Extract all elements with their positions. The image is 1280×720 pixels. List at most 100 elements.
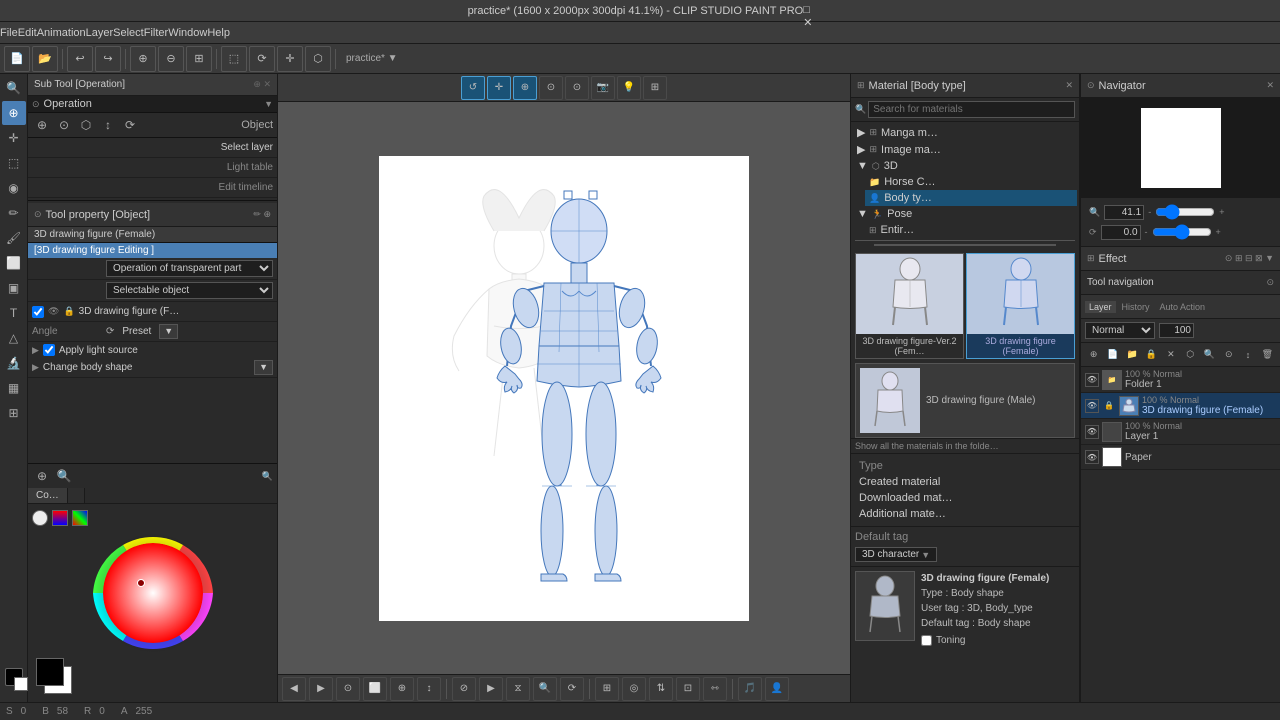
canvas-bottom-resize[interactable]: ↕ [417, 677, 441, 701]
layer-icon-4[interactable]: 🔒 [1143, 346, 1160, 364]
toolbar-undo[interactable]: ↩ [67, 46, 93, 72]
navigator-close[interactable]: ✕ [1266, 80, 1274, 91]
canvas-bottom-add[interactable]: ⊕ [390, 677, 414, 701]
transparent-select[interactable]: Operation of transparent part [106, 260, 273, 277]
tool-fill[interactable]: ▣ [2, 276, 26, 300]
light-table-row[interactable]: Light table [28, 158, 277, 178]
canvas-tool-grid[interactable]: ⊞ [643, 76, 667, 100]
toolbar-move[interactable]: ✛ [277, 46, 303, 72]
layer-eye-layer1[interactable]: 👁 [1085, 425, 1099, 439]
canvas-tool-rotate[interactable]: ↺ [461, 76, 485, 100]
menu-layer[interactable]: Layer [86, 27, 114, 39]
bottom-icon-2[interactable]: 🔍 [54, 466, 74, 486]
layer-icon-10[interactable]: 🗑 [1259, 346, 1276, 364]
tree-item-entire[interactable]: ⊞ Entir… [865, 222, 1077, 238]
canvas-tool-move[interactable]: ✛ [487, 76, 511, 100]
menu-help[interactable]: Help [207, 27, 230, 39]
toolbar-select[interactable]: ⬚ [221, 46, 247, 72]
menu-filter[interactable]: Filter [144, 27, 168, 39]
blend-mode-select[interactable]: Normal [1085, 322, 1155, 339]
tree-item-horse[interactable]: 📁 Horse C… [865, 174, 1077, 190]
canvas-bottom-clock[interactable]: ⧖ [506, 677, 530, 701]
canvas-tab[interactable]: practice* ▼ [340, 53, 404, 64]
figure-checkbox[interactable] [32, 306, 44, 318]
navigator-view[interactable] [1081, 98, 1280, 198]
canvas-bottom-frame[interactable]: ⬜ [363, 677, 387, 701]
canvas-tool-pose[interactable]: ⊙ [539, 76, 563, 100]
layer-icon-3[interactable]: 📁 [1124, 346, 1141, 364]
scroll-bar[interactable] [874, 244, 1056, 246]
zoom-minus[interactable]: - [1148, 207, 1151, 217]
select-layer-row[interactable]: Select layer [28, 138, 277, 158]
tool-gradient[interactable]: ▦ [2, 376, 26, 400]
tree-item-body[interactable]: 👤 Body ty… [865, 190, 1077, 206]
menu-window[interactable]: Window [168, 27, 207, 39]
menu-select[interactable]: Select [113, 27, 144, 39]
material-search-input[interactable] [868, 101, 1075, 118]
tool-brush[interactable]: 🖌 [2, 226, 26, 250]
layer-icon-2[interactable]: 📄 [1104, 346, 1121, 364]
toolbar-zoom-out[interactable]: ⊖ [158, 46, 184, 72]
close-button[interactable]: ✕ [803, 16, 812, 29]
canvas-bottom-arrange[interactable]: ⇅ [649, 677, 673, 701]
layer-item-layer1[interactable]: 👁 100 % Normal Layer 1 [1081, 419, 1280, 445]
layer-icon-8[interactable]: ⊙ [1220, 346, 1237, 364]
tool-eyedropper[interactable]: 🔬 [2, 351, 26, 375]
apply-light-checkbox[interactable] [43, 344, 55, 356]
canvas-bottom-prev[interactable]: ◀ [282, 677, 306, 701]
tree-item-image[interactable]: ▶ ⊞ Image ma… [853, 141, 1077, 158]
canvas-bottom-align[interactable]: ⊡ [676, 677, 700, 701]
canvas-tool-light[interactable]: 💡 [617, 76, 641, 100]
opacity-input[interactable] [1159, 323, 1194, 338]
tool-icon-1[interactable]: ⊕ [32, 115, 52, 135]
tool-color-fg[interactable] [5, 668, 23, 686]
canvas-tool-scale[interactable]: ⊕ [513, 76, 537, 100]
tree-item-3d[interactable]: ▼ ⬡ 3D [853, 158, 1077, 174]
change-body-row[interactable]: ▶ Change body shape ▼ [28, 358, 277, 378]
canvas-tool-camera[interactable]: 📷 [591, 76, 615, 100]
canvas-bottom-rotate[interactable]: ⟳ [560, 677, 584, 701]
preset-dropdown[interactable]: ▼ [159, 324, 178, 339]
tab-history[interactable]: History [1118, 301, 1154, 313]
tag-3d-character[interactable]: 3D character ▼ [855, 547, 937, 562]
toolbar-lasso[interactable]: ⟳ [249, 46, 275, 72]
layer-icon-9[interactable]: ↕ [1239, 346, 1256, 364]
type-created-row[interactable]: Created material [855, 474, 1075, 490]
type-additional-row[interactable]: Additional mate… [855, 506, 1075, 522]
show-all-link[interactable]: Show all the materials in the folde… [851, 438, 1079, 453]
fg-color-box[interactable] [36, 658, 64, 686]
tool-zoom[interactable]: 🔍 [2, 76, 26, 100]
tool-icon-2[interactable]: ⊙ [54, 115, 74, 135]
tree-item-pose[interactable]: ▼ 🏃 Pose [853, 206, 1077, 222]
canvas-bottom-zoom[interactable]: 🔍 [533, 677, 557, 701]
color-circle-bg[interactable] [103, 543, 203, 643]
material-thumb-1[interactable]: 3D drawing figure-Ver.2 (Fem… [855, 253, 964, 359]
layer-icon-7[interactable]: 🔍 [1201, 346, 1218, 364]
rotation-slider[interactable] [1152, 224, 1212, 240]
tool-icon-4[interactable]: ↕ [98, 115, 118, 135]
zoom-slider[interactable] [1155, 204, 1215, 220]
canvas-bottom-play[interactable]: ▶ [479, 677, 503, 701]
canvas-bottom-person[interactable]: 👤 [765, 677, 789, 701]
canvas-bottom-flip[interactable]: ⇿ [703, 677, 727, 701]
tool-eraser[interactable]: ⬜ [2, 251, 26, 275]
menu-file[interactable]: File [0, 27, 18, 39]
toolbar-redo[interactable]: ↪ [95, 46, 121, 72]
tool-icon-5[interactable]: ⟳ [120, 115, 140, 135]
canvas-bottom-next[interactable]: ▶ [309, 677, 333, 701]
tool-select[interactable]: ⬚ [2, 151, 26, 175]
layer-item-paper[interactable]: 👁 Paper [1081, 445, 1280, 470]
material-header-close[interactable]: ✕ [1065, 80, 1073, 91]
tool-lasso[interactable]: ◉ [2, 176, 26, 200]
layer-lock-3d[interactable]: 🔒 [1102, 399, 1116, 413]
toolbar-new[interactable]: 📄 [4, 46, 30, 72]
color-bar[interactable] [52, 510, 68, 526]
tree-item-manga[interactable]: ▶ ⊞ Manga m… [853, 124, 1077, 141]
color-gradient[interactable] [72, 510, 88, 526]
tool-shape[interactable]: △ [2, 326, 26, 350]
tool-move[interactable]: ✛ [2, 126, 26, 150]
rotation-plus[interactable]: + [1216, 227, 1221, 237]
color-circle[interactable] [32, 510, 48, 526]
zoom-plus[interactable]: + [1219, 207, 1224, 217]
toolbar-transform[interactable]: ⬡ [305, 46, 331, 72]
